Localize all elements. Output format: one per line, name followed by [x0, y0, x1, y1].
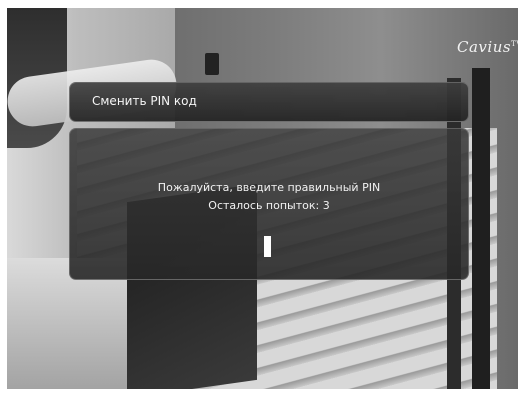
- brand-logo: CaviusTV: [457, 38, 518, 56]
- tv-frame: CaviusTV Сменить PIN код Пожалуйста, вве…: [0, 0, 532, 401]
- brand-logo-sub: TV: [511, 40, 518, 48]
- background-door-handle: [205, 53, 219, 75]
- menu-title-bar: Сменить PIN код: [69, 82, 469, 122]
- background-rack-post: [472, 68, 490, 389]
- menu-title: Сменить PIN код: [92, 94, 197, 108]
- pin-error-message: Пожалуйста, введите правильный PIN: [157, 181, 381, 194]
- attempts-remaining: Осталось попыток: 3: [208, 199, 330, 212]
- pin-dialog: Пожалуйста, введите правильный PIN Остал…: [69, 128, 469, 280]
- tv-screen: CaviusTV Сменить PIN код Пожалуйста, вве…: [7, 8, 518, 389]
- pin-input-field[interactable]: [264, 236, 271, 257]
- brand-logo-text: Cavius: [457, 38, 512, 56]
